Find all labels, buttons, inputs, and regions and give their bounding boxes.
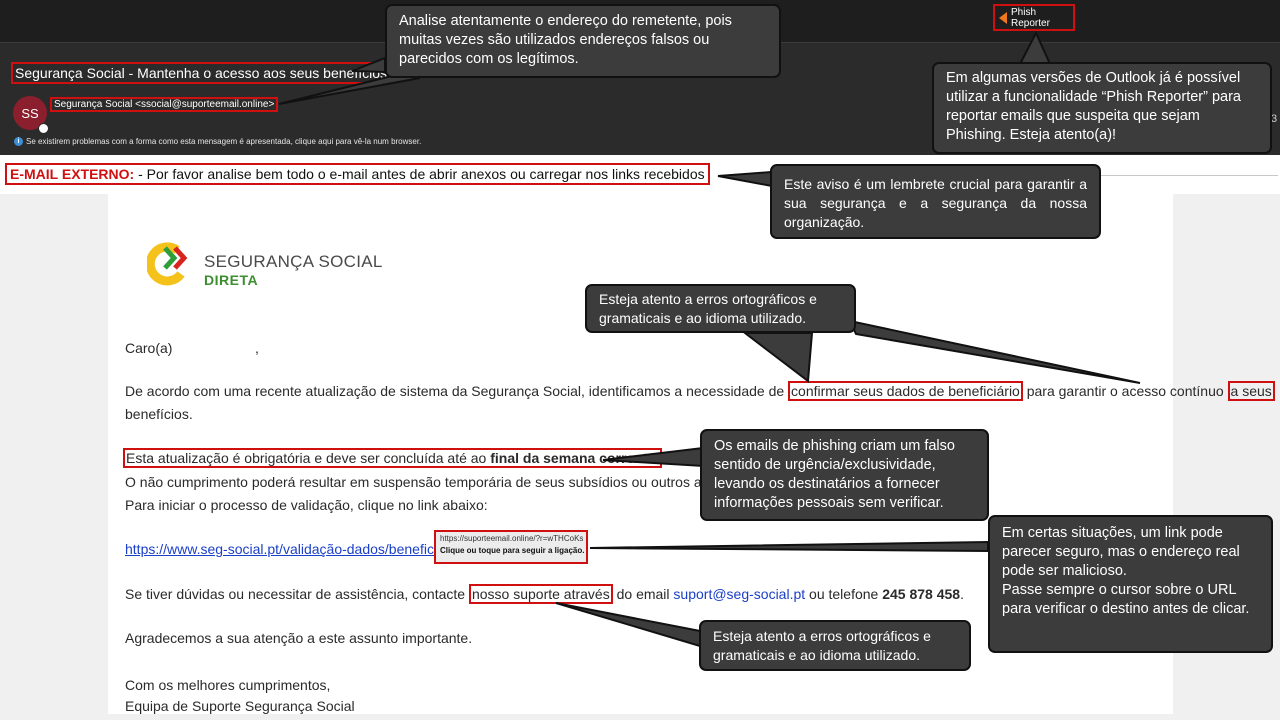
- p1-mid: para garantir o acesso contínuo: [1022, 383, 1228, 399]
- link-hover-tooltip: https://suporteemail.online/?r=wTHCoKs C…: [434, 530, 588, 564]
- paragraph-4: Para iniciar o processo de validação, cl…: [125, 497, 488, 513]
- p5-highlight: nosso suporte através: [468, 584, 613, 604]
- external-warning: E-MAIL EXTERNO: - Por favor analise bem …: [5, 163, 710, 185]
- p5-mid: do email: [612, 586, 674, 602]
- avatar-initials: SS: [21, 105, 39, 121]
- p5-start: Se tiver dúvidas ou necessitar de assist…: [125, 586, 469, 602]
- presence-dot: [38, 123, 49, 134]
- email-subject: Segurança Social - Mantenha o acesso aos…: [11, 62, 392, 84]
- p1-highlight-2: a seus: [1227, 381, 1275, 401]
- closing: Com os melhores cumprimentos,: [125, 677, 331, 693]
- paragraph-5: Se tiver dúvidas ou necessitar de assist…: [125, 584, 964, 604]
- phish-reporter-button[interactable]: Phish Reporter: [993, 4, 1075, 31]
- info-bar[interactable]: i Se existirem problemas com a forma com…: [14, 137, 421, 146]
- external-warning-text: - Por favor analise bem todo o e-mail an…: [134, 166, 705, 182]
- p2-start: Esta atualização é obrigatória e deve se…: [126, 450, 491, 466]
- callout-link-check: Em certas situações, um link pode parece…: [988, 515, 1273, 653]
- phish-reporter-label: Phish Reporter: [1011, 6, 1050, 29]
- urgency-highlight: Esta atualização é obrigatória e deve se…: [123, 448, 663, 468]
- phish-reporter-icon: [999, 11, 1007, 24]
- p2-end: .: [655, 450, 660, 466]
- callout-external-notice: Este aviso é um lembrete crucial para ga…: [770, 164, 1101, 239]
- logo-text-sub: DIRETA: [204, 272, 259, 288]
- callout-sender-address: Analise atentamente o endereço do remete…: [385, 4, 781, 78]
- callout-urgency: Os emails de phishing criam um falso sen…: [700, 429, 989, 521]
- paragraph-3: O não cumprimento poderá resultar em sus…: [125, 474, 740, 490]
- callout-spelling-top: Esteja atento a erros ortográficos e gra…: [585, 284, 856, 333]
- p1-highlight: confirmar seus dados de beneficiário: [788, 381, 1023, 401]
- p5-end: .: [960, 586, 964, 602]
- callout-spelling-bottom: Esteja atento a erros ortográficos e gra…: [699, 620, 971, 671]
- support-phone: 245 878 458: [882, 586, 961, 602]
- p2-bold: final da semana corrente: [490, 450, 656, 466]
- paragraph-1-end: benefícios.: [125, 406, 193, 422]
- info-icon: i: [14, 137, 23, 146]
- paragraph-1: De acordo com uma recente atualização de…: [125, 381, 1275, 401]
- external-warning-label: E-MAIL EXTERNO:: [10, 166, 135, 182]
- seguranca-social-logo-icon: [147, 242, 188, 286]
- p5-mid2: ou telefone: [805, 586, 883, 602]
- callout-phish-reporter: Em algumas versões de Outlook já é possí…: [932, 62, 1272, 154]
- greeting-comma: ,: [255, 340, 259, 356]
- support-email-link[interactable]: suport@seg-social.pt: [673, 586, 805, 602]
- p1-start: De acordo com uma recente atualização de…: [125, 383, 789, 399]
- tooltip-hint: Clique ou toque para seguir a ligação.: [440, 546, 585, 555]
- paragraph-2: Esta atualização é obrigatória e deve se…: [123, 448, 663, 468]
- tooltip-url: https://suporteemail.online/?r=wTHCoKs: [440, 534, 584, 543]
- signature: Equipa de Suporte Segurança Social: [125, 698, 355, 714]
- info-message: Se existirem problemas com a forma como …: [26, 137, 422, 146]
- phishing-link[interactable]: https://www.seg-social.pt/validação-dado…: [125, 541, 464, 557]
- paragraph-6: Agradecemos a sua atenção a este assunto…: [125, 630, 473, 646]
- sender-address[interactable]: Segurança Social <ssocial@suporteemail.o…: [50, 97, 279, 112]
- greeting: Caro(a): [125, 340, 173, 356]
- logo-text-main: SEGURANÇA SOCIAL: [204, 252, 383, 271]
